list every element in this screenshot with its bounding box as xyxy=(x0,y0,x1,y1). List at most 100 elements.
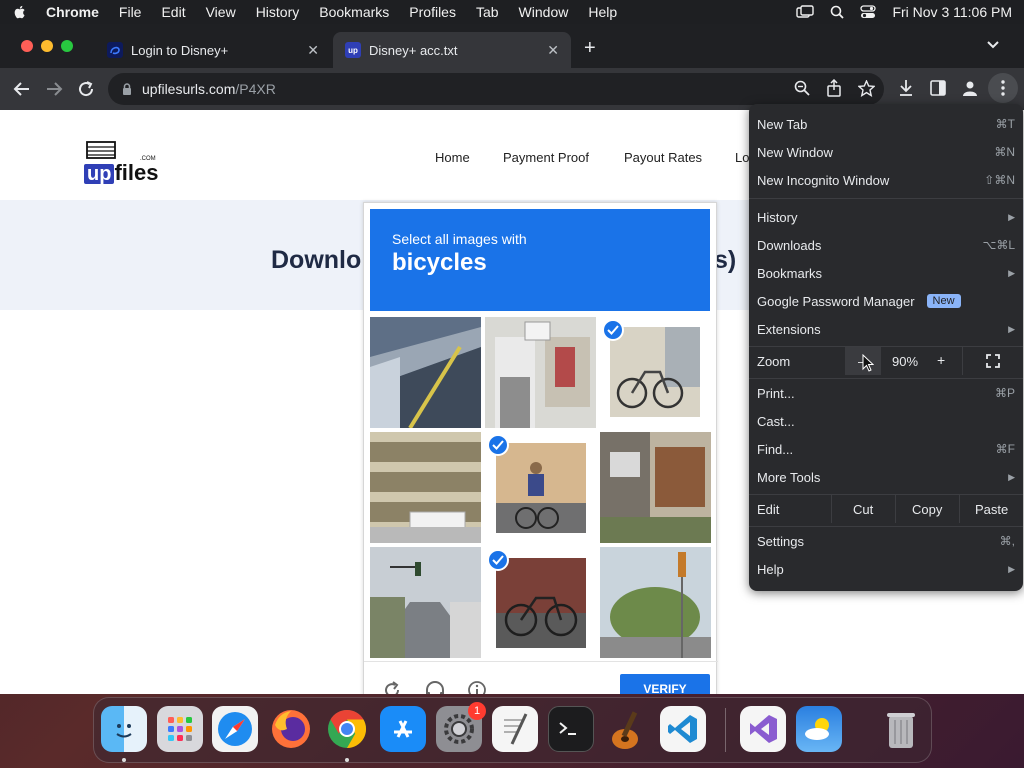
apple-icon[interactable] xyxy=(12,4,28,20)
menu-shortcut: ⇧⌘N xyxy=(984,173,1015,187)
menu-edit[interactable]: Edit xyxy=(161,4,185,20)
menu-history[interactable]: History xyxy=(256,4,300,20)
menu-item-help[interactable]: Help ▶ xyxy=(749,555,1023,583)
captcha-tile-5[interactable] xyxy=(485,432,596,543)
menu-item-cast[interactable]: Cast... xyxy=(749,407,1023,435)
verify-button[interactable]: VERIFY xyxy=(620,674,710,694)
edit-divider xyxy=(895,495,896,523)
menu-item-print[interactable]: Print... ⌘P xyxy=(749,379,1023,407)
tab-disney-acc-txt[interactable]: up Disney+ acc.txt ✕ xyxy=(333,32,571,68)
vscode-icon[interactable] xyxy=(660,706,706,752)
captcha-tile-8[interactable] xyxy=(485,547,596,658)
menu-item-password-manager[interactable]: Google Password Manager New xyxy=(749,287,1023,315)
share-icon[interactable] xyxy=(826,79,842,97)
zoom-in-button[interactable]: + xyxy=(937,352,945,368)
nav-payout-rates[interactable]: Payout Rates xyxy=(624,150,702,165)
paste-button[interactable]: Paste xyxy=(975,502,1008,517)
firefox-icon[interactable] xyxy=(268,706,314,752)
menu-item-more-tools[interactable]: More Tools ▶ xyxy=(749,463,1023,491)
menu-item-label: Downloads xyxy=(757,237,822,253)
finder-icon[interactable] xyxy=(101,706,147,752)
bookmark-star-icon[interactable] xyxy=(858,80,875,97)
minimize-window-button[interactable] xyxy=(41,40,53,52)
address-bar[interactable]: upfilesurls.com/P4XR xyxy=(108,73,884,105)
nav-payment-proof[interactable]: Payment Proof xyxy=(503,150,589,165)
captcha-tile-3[interactable] xyxy=(600,317,711,428)
menu-item-extensions[interactable]: Extensions ▶ xyxy=(749,315,1023,343)
screen-mirroring-icon[interactable] xyxy=(796,5,815,19)
system-settings-icon[interactable]: 1 xyxy=(436,702,486,752)
captcha-tile-7[interactable] xyxy=(370,547,481,658)
mouse-cursor-icon xyxy=(862,354,874,372)
menu-app-name[interactable]: Chrome xyxy=(46,4,99,20)
menu-profiles[interactable]: Profiles xyxy=(409,4,456,20)
tab-search-chevron-icon[interactable] xyxy=(986,38,1000,52)
tab-login-disney[interactable]: Login to Disney+ ✕ xyxy=(95,32,331,68)
menu-item-find[interactable]: Find... ⌘F xyxy=(749,435,1023,463)
copy-button[interactable]: Copy xyxy=(912,502,942,517)
safari-icon[interactable] xyxy=(212,706,258,752)
menu-item-settings[interactable]: Settings ⌘, xyxy=(749,527,1023,555)
audio-challenge-headphones-icon[interactable] xyxy=(424,680,446,694)
edit-divider xyxy=(959,495,960,523)
download-icon[interactable] xyxy=(898,79,914,97)
menu-item-new-tab[interactable]: New Tab ⌘T xyxy=(749,110,1023,138)
captcha-tile-9[interactable] xyxy=(600,547,711,658)
captcha-tile-6[interactable] xyxy=(600,432,711,543)
menu-file[interactable]: File xyxy=(119,4,142,20)
fullscreen-icon[interactable] xyxy=(986,354,1000,368)
cut-button[interactable]: Cut xyxy=(853,502,873,517)
weather-icon[interactable] xyxy=(796,706,842,752)
captcha-challenge: Select all images with bicycles VERIFY xyxy=(363,202,718,694)
menu-item-new-window[interactable]: New Window ⌘N xyxy=(749,138,1023,166)
menu-bookmarks[interactable]: Bookmarks xyxy=(319,4,389,20)
trash-icon[interactable] xyxy=(878,706,924,752)
nav-login[interactable]: Lo xyxy=(735,150,749,165)
info-icon[interactable] xyxy=(467,680,487,694)
site-logo[interactable]: up files .COM xyxy=(84,140,158,186)
chrome-icon[interactable] xyxy=(324,706,370,752)
menu-item-bookmarks[interactable]: Bookmarks ▶ xyxy=(749,259,1023,287)
close-tab-icon[interactable]: ✕ xyxy=(307,42,319,59)
reload-challenge-icon[interactable] xyxy=(382,680,402,694)
menu-help[interactable]: Help xyxy=(588,4,617,20)
control-center-icon[interactable] xyxy=(860,5,877,19)
dock-separator xyxy=(725,708,726,752)
menu-item-new-incognito[interactable]: New Incognito Window ⇧⌘N xyxy=(749,166,1023,194)
menu-item-history[interactable]: History ▶ xyxy=(749,203,1023,231)
captcha-tile-4[interactable] xyxy=(370,432,481,543)
captcha-tile-1[interactable] xyxy=(370,317,481,428)
menu-window[interactable]: Window xyxy=(519,4,569,20)
captcha-tile-2[interactable] xyxy=(485,317,596,428)
back-arrow-icon[interactable] xyxy=(13,80,31,98)
terminal-icon[interactable] xyxy=(548,706,594,752)
forward-arrow-icon[interactable] xyxy=(45,80,63,98)
lock-icon[interactable] xyxy=(122,82,132,96)
close-window-button[interactable] xyxy=(21,40,33,52)
side-panel-icon[interactable] xyxy=(930,80,946,96)
profile-avatar-icon[interactable] xyxy=(962,80,978,96)
close-tab-icon[interactable]: ✕ xyxy=(547,42,559,59)
new-tab-plus-icon[interactable]: + xyxy=(584,37,596,60)
submenu-arrow-icon: ▶ xyxy=(1008,211,1015,222)
house-facade-image xyxy=(600,432,711,543)
garageband-icon[interactable] xyxy=(604,706,650,752)
textedit-icon[interactable] xyxy=(492,706,538,752)
menu-shortcut: ⌘T xyxy=(995,117,1015,131)
maximize-window-button[interactable] xyxy=(61,40,73,52)
menu-item-label: New Incognito Window xyxy=(757,172,890,188)
app-store-icon[interactable] xyxy=(380,706,426,752)
reload-icon[interactable] xyxy=(77,80,95,98)
launchpad-icon[interactable] xyxy=(157,706,203,752)
menu-view[interactable]: View xyxy=(206,4,236,20)
chrome-menu-button[interactable] xyxy=(988,73,1018,103)
menu-tab[interactable]: Tab xyxy=(476,4,499,20)
menu-separator xyxy=(749,198,1023,199)
menu-item-label: Print... xyxy=(757,385,795,401)
zoom-magnifier-icon[interactable] xyxy=(794,80,810,96)
spotlight-search-icon[interactable] xyxy=(830,5,845,19)
visual-studio-icon[interactable] xyxy=(740,706,786,752)
menu-item-downloads[interactable]: Downloads ⌥⌘L xyxy=(749,231,1023,259)
nav-home[interactable]: Home xyxy=(435,150,470,165)
menu-bar-clock[interactable]: Fri Nov 3 11:06 PM xyxy=(892,4,1012,20)
